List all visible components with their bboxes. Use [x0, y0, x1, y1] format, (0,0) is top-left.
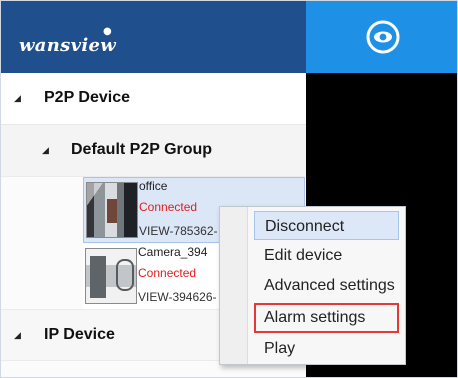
expand-caret-icon[interactable]: ◢ [42, 145, 49, 156]
device-id: VIEW-394626- [138, 290, 217, 304]
expand-caret-icon[interactable]: ◢ [14, 330, 21, 341]
device-name: Camera_394 [138, 245, 208, 259]
app-window: wansview ● ◢ P2P Device ◢ Default P2P Gr… [0, 0, 458, 378]
menu-item-play[interactable]: Play [254, 334, 399, 363]
default-p2p-group-label: Default P2P Group [71, 141, 213, 158]
brand-header: wansview ● [1, 1, 306, 73]
device-name: office [139, 179, 168, 193]
device-context-menu: Disconnect Edit device Advanced settings… [219, 206, 406, 365]
menu-item-disconnect[interactable]: Disconnect [254, 211, 399, 240]
expand-caret-icon[interactable]: ◢ [14, 93, 21, 104]
menu-item-alarm-settings[interactable]: Alarm settings [254, 303, 399, 333]
eye-icon [366, 20, 399, 54]
device-thumbnail [86, 182, 138, 238]
view-button[interactable] [306, 1, 457, 73]
device-status: Connected [139, 200, 198, 214]
device-status: Connected [138, 266, 197, 280]
tree-node-default-p2p-group[interactable]: ◢ Default P2P Group [1, 125, 306, 177]
p2p-device-label: P2P Device [44, 89, 130, 106]
menu-item-advanced-settings[interactable]: Advanced settings [254, 271, 399, 300]
device-thumbnail [85, 248, 137, 304]
device-id: VIEW-785362- [139, 224, 218, 238]
menu-icon-strip [220, 207, 248, 364]
wansview-logo: wansview ● [19, 26, 117, 56]
ip-device-label: IP Device [44, 326, 115, 343]
tree-node-p2p-device[interactable]: ◢ P2P Device [1, 73, 306, 125]
logo-mark-icon: ● [103, 26, 113, 37]
menu-item-edit-device[interactable]: Edit device [254, 241, 399, 270]
